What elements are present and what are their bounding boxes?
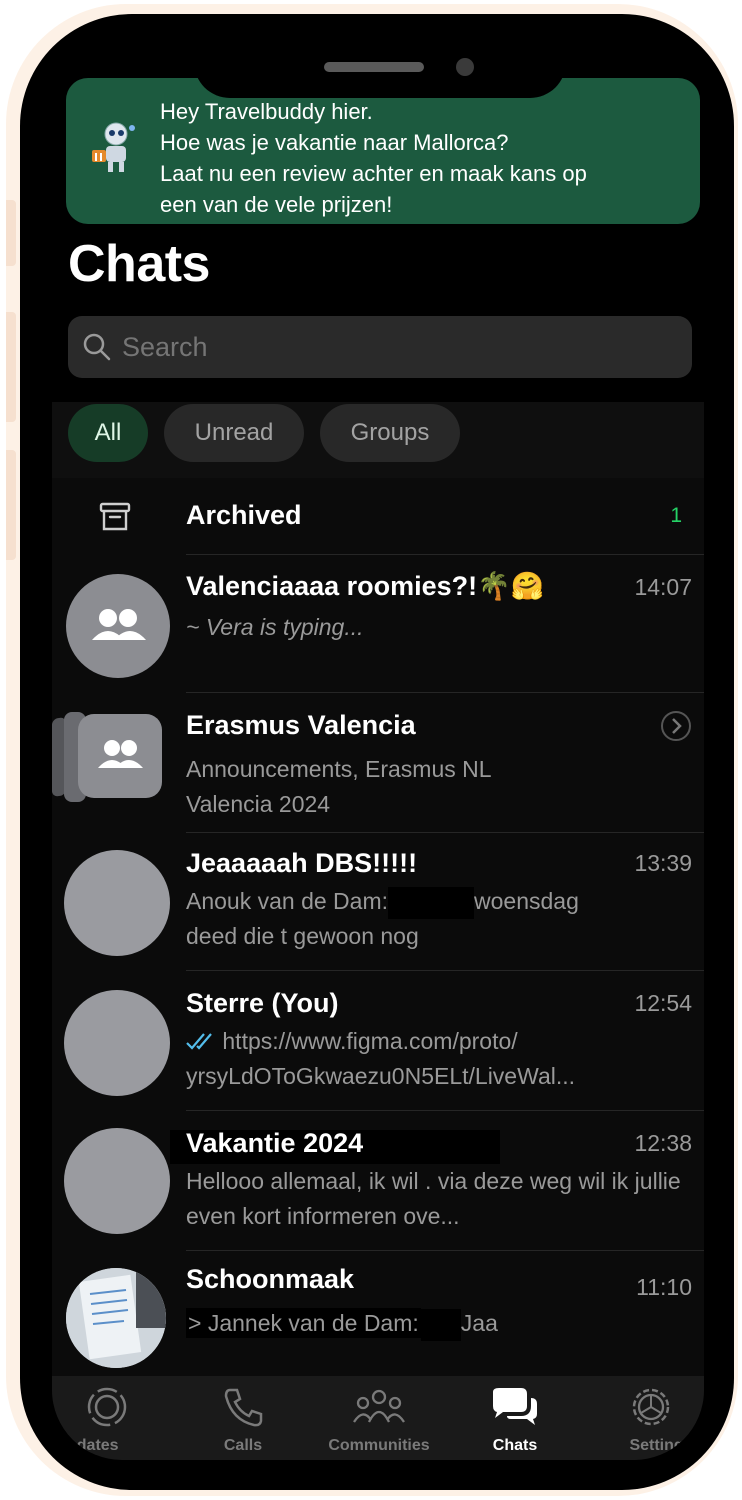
message-text: Jaa xyxy=(460,1310,498,1336)
photo-avatar xyxy=(66,1268,166,1368)
tab-settings[interactable]: Settings xyxy=(596,1386,704,1455)
community-avatar xyxy=(78,714,162,798)
chat-preview: https://www.figma.com/proto/ yrsyLdOToGk… xyxy=(186,1024,690,1094)
chat-row-dbs[interactable]: Jeaaaaah DBS!!!!! 13:39 Anouk van de Dam… xyxy=(52,832,704,970)
tab-communities[interactable]: Communities xyxy=(324,1386,434,1455)
chat-preview: Announcements, Erasmus NL Valencia 2024 xyxy=(186,756,491,817)
archived-count: 1 xyxy=(670,504,682,527)
search-icon xyxy=(83,333,111,361)
avatar-image xyxy=(66,1268,166,1368)
message-sender: > Jannek van de Dam: xyxy=(186,1308,421,1338)
chat-title: Valenciaaaa roomies?!🌴🤗 xyxy=(186,571,545,601)
read-ticks-icon xyxy=(186,1033,212,1050)
group-icon xyxy=(92,609,146,640)
chat-time: 12:54 xyxy=(634,990,692,1016)
chat-row-erasmus-valencia[interactable]: Erasmus Valencia Announcements, Erasmus … xyxy=(52,692,704,832)
chat-row-valencia-roomies[interactable]: Valenciaaaa roomies?!🌴🤗 14:07 ~ Vera is … xyxy=(52,554,704,692)
avatar xyxy=(64,850,170,956)
search-input[interactable] xyxy=(120,326,644,368)
filter-groups[interactable]: Groups xyxy=(320,404,460,462)
chat-preview: Anouk van de Dam: woensdag deed die t gew… xyxy=(186,884,690,954)
tab-bar: Updates Calls Communities Chats Settings xyxy=(52,1376,704,1460)
updates-icon xyxy=(87,1387,127,1427)
side-button xyxy=(6,312,16,422)
banner-line: Hoe was je vakantie naar Mallorca? xyxy=(160,130,509,155)
chat-row-sterre[interactable]: Sterre (You) 12:54 https://www.figma.com… xyxy=(52,970,704,1110)
notification-banner[interactable]: Hey Travelbuddy hier. Hoe was je vakanti… xyxy=(66,78,700,224)
tab-calls[interactable]: Calls xyxy=(188,1386,298,1455)
avatar xyxy=(64,1128,170,1234)
redacted-text xyxy=(420,1308,461,1341)
page-title: Chats xyxy=(68,235,210,293)
chat-time: 13:39 xyxy=(634,850,692,876)
chat-row-schoonmaak[interactable]: Schoonmaak 11:10 > Jannek van de Dam: Jaa xyxy=(52,1250,704,1376)
chat-list: Archived 1 Valenciaaaa roomies?!🌴🤗 14:07… xyxy=(52,478,704,1376)
chat-preview: > Jannek van de Dam: Jaa xyxy=(186,1306,690,1341)
archived-row[interactable]: Archived 1 xyxy=(52,478,704,554)
group-icon xyxy=(98,740,143,768)
notch xyxy=(194,46,566,98)
chevron-right-icon xyxy=(661,711,691,741)
speaker xyxy=(324,62,424,72)
chat-title: Vakantie 2024 xyxy=(186,1128,364,1158)
tab-label: Chats xyxy=(492,1437,538,1454)
tab-label: Communities xyxy=(328,1437,430,1454)
side-button xyxy=(6,450,16,560)
phone-screen: Hey Travelbuddy hier. Hoe was je vakanti… xyxy=(52,46,704,1460)
phone-icon xyxy=(224,1388,263,1427)
archive-icon xyxy=(99,502,131,531)
chat-row-vakantie[interactable]: Vakantie 2024 12:38 Hellooo allemaal, ik… xyxy=(52,1110,704,1250)
chat-title: Sterre (You) xyxy=(186,988,339,1018)
tab-label: Calls xyxy=(223,1437,263,1454)
archived-label: Archived xyxy=(186,500,302,530)
chat-title: Jeaaaaah DBS!!!!! xyxy=(186,848,418,878)
banner-message: Hey Travelbuddy hier. Hoe was je vakanti… xyxy=(160,96,686,220)
filter-unread[interactable]: Unread xyxy=(164,404,304,462)
message-text: deed die t gewoon nog xyxy=(186,923,419,949)
group-avatar xyxy=(66,574,170,678)
front-camera xyxy=(456,58,474,76)
chat-time: 11:10 xyxy=(636,1274,692,1300)
chats-icon xyxy=(493,1388,537,1425)
chat-time: 12:38 xyxy=(634,1130,692,1156)
banner-line: Laat nu een review achter en maak kans o… xyxy=(160,161,587,186)
robot-icon xyxy=(92,122,135,172)
chat-preview: Hellooo allemaal, ik wil . via deze weg … xyxy=(186,1168,681,1229)
filter-chips: All Unread Groups xyxy=(52,402,704,478)
message-text: https://www.figma.com/proto/ xyxy=(222,1028,518,1054)
banner-line: een van de vele prijzen! xyxy=(160,192,393,217)
chat-title: Schoonmaak xyxy=(186,1264,355,1294)
redacted-text xyxy=(388,886,475,919)
tab-label: Settings xyxy=(629,1437,693,1454)
gear-icon xyxy=(632,1388,670,1426)
tab-chats[interactable]: Chats xyxy=(460,1386,570,1455)
filter-all[interactable]: All xyxy=(68,404,148,462)
chat-title: Erasmus Valencia xyxy=(186,710,416,740)
avatar xyxy=(64,990,170,1096)
message-sender: Anouk van de Dam: xyxy=(186,888,389,914)
tab-label: Updates xyxy=(55,1437,119,1454)
message-text: woensdag xyxy=(474,888,579,914)
tab-updates[interactable]: Updates xyxy=(52,1386,162,1455)
chat-time: 14:07 xyxy=(634,574,692,600)
banner-line: Hey Travelbuddy hier. xyxy=(160,99,373,124)
chat-preview: ~ Vera is typing... xyxy=(186,614,364,640)
communities-icon xyxy=(353,1389,405,1423)
message-text: yrsyLdOToGkwaezu0N5ELt/LiveWal... xyxy=(186,1063,576,1089)
search-bar[interactable] xyxy=(68,316,692,378)
side-button xyxy=(6,200,16,266)
